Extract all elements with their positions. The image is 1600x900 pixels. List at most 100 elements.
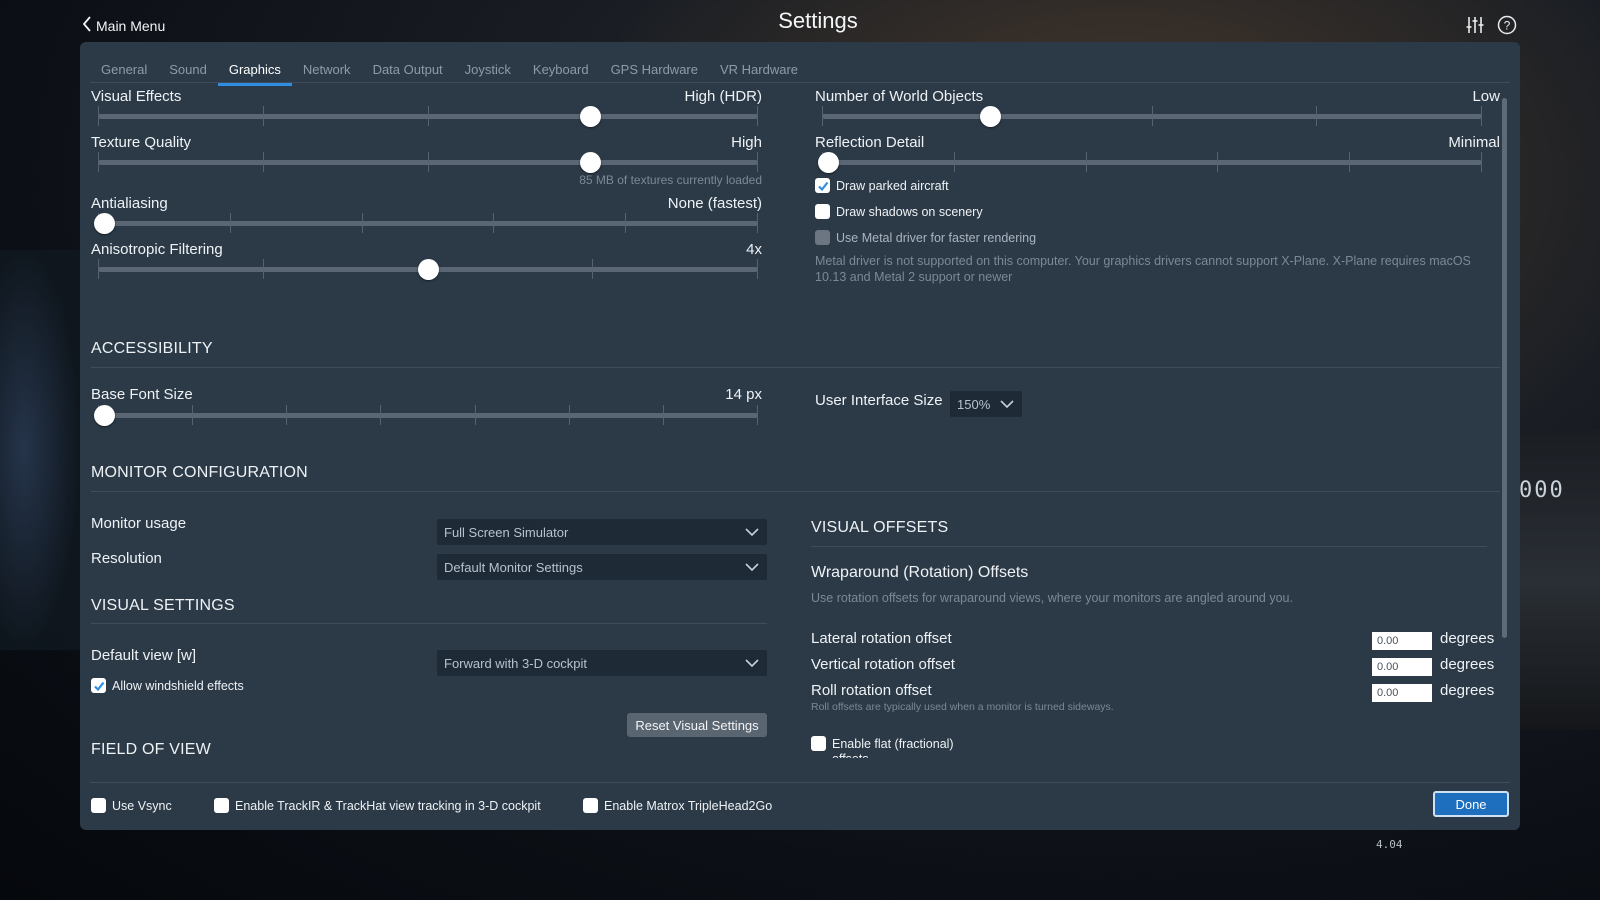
settings-panel: General Sound Graphics Network Data Outp… [80,42,1520,830]
monitor-usage-dropdown[interactable]: Full Screen Simulator [437,519,767,545]
base-font-slider[interactable] [94,405,758,426]
roll-offset-input[interactable]: 0.00 [1372,684,1432,702]
sliders-icon[interactable] [1464,14,1486,36]
ui-size-dropdown[interactable]: 150% [950,391,1022,417]
done-button[interactable]: Done [1433,791,1509,817]
checkmark-icon [91,678,106,693]
slider-tick [230,213,231,233]
chevron-down-icon [1000,397,1014,412]
slider-tick [1481,106,1482,126]
reflection-value: Minimal [1448,134,1500,151]
slider-tick [822,106,823,126]
checkbox-icon [583,798,598,813]
slider-tick [428,106,429,126]
anisotropic-slider[interactable] [98,259,758,280]
trackir-checkbox[interactable]: Enable TrackIR & TrackHat view tracking … [214,798,541,813]
visual-effects-label: Visual Effects [91,88,182,105]
windshield-effects-checkbox[interactable]: Allow windshield effects [91,678,244,693]
antialiasing-label: Antialiasing [91,195,168,212]
texture-quality-slider[interactable] [98,152,758,173]
field-of-view-heading: FIELD OF VIEW [91,741,211,758]
slider-thumb[interactable] [818,152,839,173]
reflection-label: Reflection Detail [815,134,925,151]
tab-joystick[interactable]: Joystick [454,62,522,84]
trackir-label: Enable TrackIR & TrackHat view tracking … [235,798,541,813]
visual-offsets-divider [811,546,1487,547]
slider-tick [625,213,626,233]
wraparound-offsets-subtitle: Wraparound (Rotation) Offsets [811,564,1029,581]
draw-parked-aircraft-checkbox[interactable]: Draw parked aircraft [815,178,949,193]
tab-general[interactable]: General [90,62,158,84]
vsync-checkbox[interactable]: Use Vsync [91,798,172,813]
texture-quality-label: Texture Quality [91,134,192,151]
resolution-dropdown[interactable]: Default Monitor Settings [437,554,767,580]
slider-tick [263,259,264,279]
flat-offsets-label-continued: offsets [832,752,869,758]
world-objects-value: Low [1472,88,1500,105]
tab-sound[interactable]: Sound [158,62,218,84]
tab-network[interactable]: Network [292,62,362,84]
slider-tick [192,405,193,425]
monitor-usage-label: Monitor usage [91,515,187,532]
texture-memory-note: 85 MB of textures currently loaded [579,173,762,187]
slider-tick [98,259,99,279]
antialiasing-slider[interactable] [94,213,758,234]
slider-tick [380,405,381,425]
checkbox-icon [214,798,229,813]
slider-tick [757,152,758,172]
vertical-offset-label: Vertical rotation offset [811,656,955,673]
world-objects-label: Number of World Objects [815,88,984,105]
visual-settings-divider [91,623,767,624]
anisotropic-value: 4x [746,241,762,258]
draw-shadows-checkbox[interactable]: Draw shadows on scenery [815,204,983,219]
tab-keyboard[interactable]: Keyboard [522,62,600,84]
slider-thumb[interactable] [418,259,439,280]
tab-gps-hardware[interactable]: GPS Hardware [600,62,709,84]
visual-settings-heading: VISUAL SETTINGS [91,597,235,614]
cockpit-background-left [0,250,80,650]
base-font-label: Base Font Size [91,386,193,403]
cockpit-readout: 000 [1519,478,1565,503]
default-view-dropdown[interactable]: Forward with 3-D cockpit [437,650,767,676]
settings-scrollbar[interactable] [1502,98,1507,638]
slider-thumb[interactable] [94,213,115,234]
slider-thumb[interactable] [94,405,115,426]
slider-track [98,221,758,226]
reset-visual-settings-button[interactable]: Reset Visual Settings [627,713,767,737]
wraparound-offsets-description: Use rotation offsets for wraparound view… [811,591,1293,605]
slider-tick [592,259,593,279]
tab-data-output[interactable]: Data Output [362,62,454,84]
tab-graphics[interactable]: Graphics [217,62,292,86]
lateral-offset-input[interactable]: 0.00 [1372,632,1432,650]
slider-tick [98,152,99,172]
ui-size-label: User Interface Size [815,392,943,409]
help-icon[interactable]: ? [1496,14,1518,36]
settings-tabs: General Sound Graphics Network Data Outp… [90,62,809,86]
top-right-toolbar: ? [1464,14,1518,36]
slider-tick [286,405,287,425]
slider-thumb[interactable] [580,106,601,127]
page-title: Settings [778,8,858,33]
visual-effects-value: High (HDR) [684,88,762,105]
reflection-slider[interactable] [818,152,1482,173]
matrox-checkbox[interactable]: Enable Matrox TripleHead2Go [583,798,772,813]
tabs-divider [90,82,1510,83]
slider-tick [362,213,363,233]
world-objects-slider[interactable] [822,106,1482,127]
visual-effects-slider[interactable] [98,106,758,127]
slider-tick [663,405,664,425]
slider-tick [757,213,758,233]
flat-offsets-checkbox[interactable]: Enable flat (fractional) [811,736,954,751]
vertical-offset-unit: degrees [1440,656,1495,673]
vsync-label: Use Vsync [112,798,172,813]
slider-tick [569,405,570,425]
draw-parked-aircraft-label: Draw parked aircraft [836,178,949,193]
slider-thumb[interactable] [980,106,1001,127]
accessibility-divider [91,367,1500,368]
slider-thumb[interactable] [580,152,601,173]
tab-vr-hardware[interactable]: VR Hardware [709,62,809,84]
draw-shadows-label: Draw shadows on scenery [836,204,983,219]
anisotropic-label: Anisotropic Filtering [91,241,223,258]
slider-tick [1316,106,1317,126]
vertical-offset-input[interactable]: 0.00 [1372,658,1432,676]
